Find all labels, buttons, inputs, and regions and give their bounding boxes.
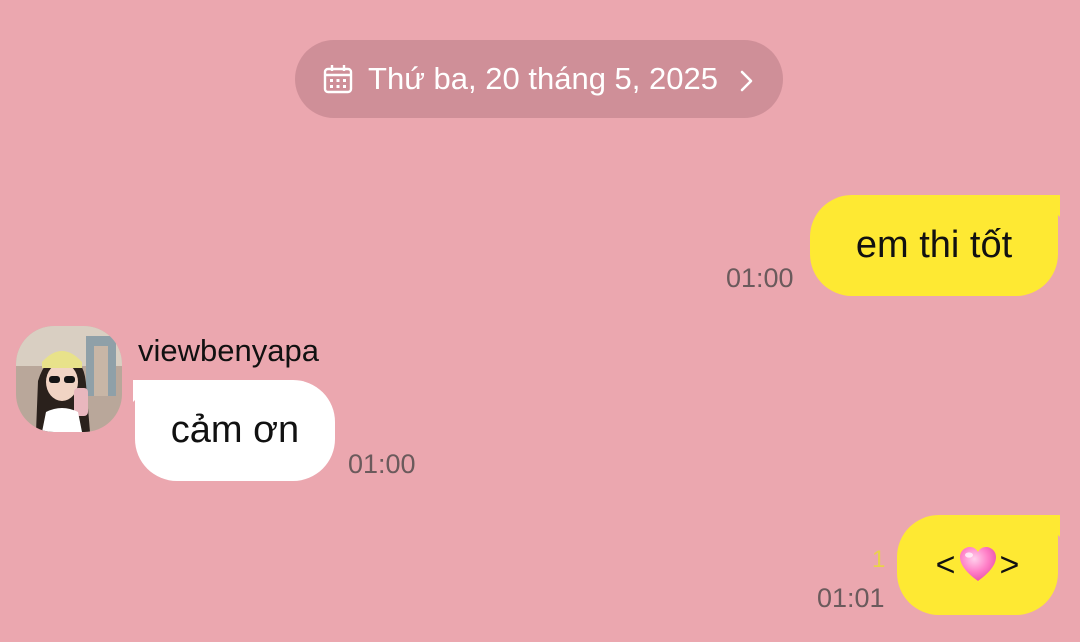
outgoing-message-bubble[interactable]: < > [897, 515, 1060, 615]
message-text: em thi tốt [855, 224, 1013, 266]
message-timestamp: 01:00 [348, 449, 416, 479]
chevron-right-icon [738, 66, 756, 92]
outgoing-message-bubble[interactable]: em thi tốt [810, 195, 1060, 296]
avatar[interactable] [16, 326, 122, 432]
bubble-tail [1038, 195, 1060, 217]
message-timestamp: 01:01 [817, 583, 885, 613]
message-text: cảm ơn [170, 409, 300, 451]
calendar-icon [322, 63, 354, 95]
bubble-tail [1038, 515, 1060, 537]
bubble-tail [133, 380, 155, 402]
date-header[interactable]: Thứ ba, 20 tháng 5, 2025 [295, 40, 783, 118]
sender-name: viewbenyapa [138, 333, 319, 368]
incoming-message-bubble[interactable]: cảm ơn [133, 380, 335, 481]
message-text-before: < [935, 545, 956, 584]
unread-count: 1 [872, 546, 886, 573]
message-text-after: > [999, 545, 1020, 584]
message-timestamp: 01:00 [726, 263, 794, 293]
date-label: Thứ ba, 20 tháng 5, 2025 [368, 61, 718, 96]
pink-heart-icon [958, 545, 998, 585]
